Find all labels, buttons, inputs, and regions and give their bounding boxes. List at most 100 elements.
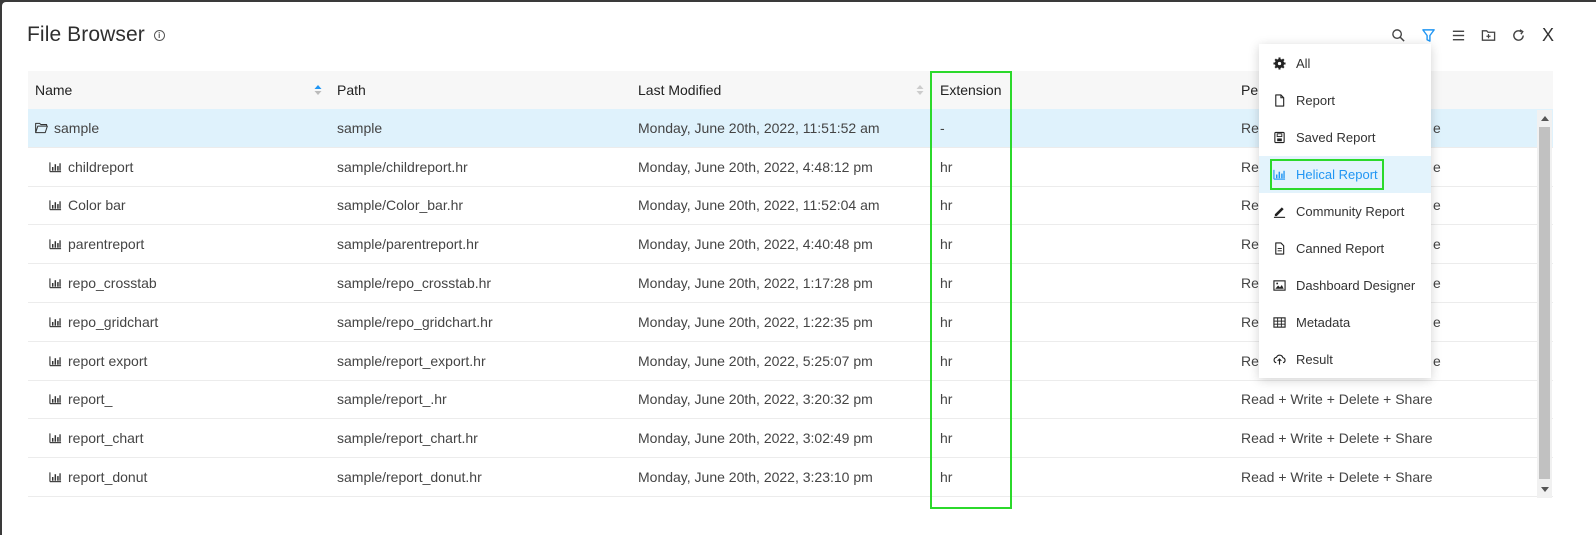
- scroll-down-icon[interactable]: [1541, 487, 1549, 492]
- cell-extension: hr: [940, 391, 953, 408]
- cell-last-modified: Monday, June 20th, 2022, 1:22:35 pm: [638, 313, 873, 330]
- cell-extension: hr: [940, 236, 953, 253]
- cell-name[interactable]: report_chart: [49, 419, 143, 457]
- file-name: Color bar: [68, 197, 126, 214]
- column-header-path[interactable]: Path: [337, 82, 366, 98]
- file-name: report_: [68, 391, 113, 408]
- cell-last-modified: Monday, June 20th, 2022, 3:20:32 pm: [638, 391, 873, 408]
- column-header-name[interactable]: Name: [35, 82, 72, 98]
- cell-path: sample/repo_crosstab.hr: [337, 275, 492, 292]
- filter-icon[interactable]: [1413, 24, 1443, 46]
- cell-extension: hr: [940, 158, 953, 175]
- filter-menu-item-label: Metadata: [1296, 315, 1351, 330]
- cell-name[interactable]: report export: [49, 342, 147, 380]
- cell-permissions: Re: [1241, 352, 1259, 369]
- toolbar: X: [1383, 24, 1563, 46]
- gear-icon: [1273, 57, 1296, 70]
- column-header-extension[interactable]: Extension: [940, 82, 1001, 98]
- cell-path: sample: [337, 119, 383, 136]
- cell-path: sample/repo_gridchart.hr: [337, 313, 493, 330]
- cell-path: sample/childreport.hr: [337, 158, 468, 175]
- sort-icon[interactable]: [916, 84, 924, 96]
- filter-menu-item[interactable]: Helical Report: [1259, 156, 1431, 193]
- cell-permissions: Re: [1241, 275, 1259, 292]
- file-name: repo_gridchart: [68, 313, 159, 330]
- report-icon: [49, 277, 68, 289]
- filter-menu-item-label: Helical Report: [1296, 167, 1378, 182]
- cell-path: sample/report_.hr: [337, 391, 447, 408]
- filter-menu-item-label: Canned Report: [1296, 241, 1385, 256]
- cell-extension: hr: [940, 313, 953, 330]
- cell-permissions-tail: e: [1433, 197, 1441, 214]
- pencil-icon: [1273, 205, 1296, 218]
- file-browser-window: File Browser i X Name Path Last Modified…: [2, 2, 1596, 535]
- close-icon[interactable]: X: [1533, 24, 1563, 46]
- report-icon: [49, 471, 68, 483]
- column-header-last-modified[interactable]: Last Modified: [638, 82, 721, 98]
- list-icon[interactable]: [1443, 24, 1473, 46]
- filter-menu-item-label: Result: [1296, 352, 1333, 367]
- column-label-permissions: Pe: [1241, 82, 1259, 98]
- page-title-text: File Browser: [27, 23, 145, 46]
- cell-permissions-tail: e: [1433, 313, 1441, 330]
- cell-name[interactable]: childreport: [49, 148, 133, 186]
- filter-menu-item[interactable]: Dashboard Designer: [1259, 267, 1431, 304]
- filter-menu-item-label: Dashboard Designer: [1296, 278, 1416, 293]
- scroll-up-icon[interactable]: [1541, 116, 1549, 121]
- cell-extension: hr: [940, 469, 953, 486]
- cell-last-modified: Monday, June 20th, 2022, 4:40:48 pm: [638, 236, 873, 253]
- column-label-path: Path: [337, 82, 366, 98]
- document-icon: [1273, 242, 1296, 255]
- cell-permissions: Re: [1241, 197, 1259, 214]
- report-icon: [49, 355, 68, 367]
- filter-menu-item[interactable]: Report: [1259, 82, 1431, 119]
- info-icon[interactable]: i: [153, 29, 165, 41]
- cell-name[interactable]: repo_crosstab: [49, 264, 157, 302]
- sort-asc-icon[interactable]: [314, 84, 322, 96]
- cell-permissions: Read + Write + Delete + Share: [1241, 430, 1433, 447]
- vertical-scrollbar[interactable]: [1537, 110, 1552, 498]
- filter-menu-item-label: Report: [1296, 93, 1336, 108]
- search-icon[interactable]: [1383, 24, 1413, 46]
- page-title: File Browser i: [27, 23, 165, 47]
- scrollbar-thumb[interactable]: [1539, 127, 1550, 479]
- filter-menu-item-label: Community Report: [1296, 204, 1405, 219]
- refresh-icon[interactable]: [1503, 24, 1533, 46]
- cell-last-modified: Monday, June 20th, 2022, 1:17:28 pm: [638, 275, 873, 292]
- bar-chart-icon: [1273, 168, 1296, 181]
- cell-name[interactable]: parentreport: [49, 225, 144, 263]
- new-folder-icon[interactable]: [1473, 24, 1503, 46]
- cell-permissions: Read + Write + Delete + Share: [1241, 469, 1433, 486]
- cell-permissions: Re: [1241, 158, 1259, 175]
- cell-permissions: Re: [1241, 236, 1259, 253]
- folder-icon: [35, 122, 54, 134]
- cell-last-modified: Monday, June 20th, 2022, 11:52:04 am: [638, 197, 880, 214]
- filter-menu-item[interactable]: Saved Report: [1259, 119, 1431, 156]
- cell-name[interactable]: report_donut: [49, 458, 147, 496]
- cell-name[interactable]: report_: [49, 381, 112, 419]
- cell-name[interactable]: Color bar: [49, 187, 126, 225]
- cell-name[interactable]: repo_gridchart: [49, 303, 158, 341]
- filter-menu-item[interactable]: Metadata: [1259, 304, 1431, 341]
- file-name: report_donut: [68, 469, 148, 486]
- filter-menu-item[interactable]: Community Report: [1259, 193, 1431, 230]
- cell-last-modified: Monday, June 20th, 2022, 3:23:10 pm: [638, 469, 873, 486]
- cell-extension: hr: [940, 197, 953, 214]
- table-row[interactable]: report_ sample/report_.hr Monday, June 20t…: [28, 381, 1553, 420]
- table-icon: [1273, 316, 1296, 329]
- column-header-permissions[interactable]: Pe: [1241, 82, 1258, 98]
- table-row[interactable]: report_chart sample/report_chart.hr Monday…: [28, 419, 1553, 459]
- filter-menu-item[interactable]: Result: [1259, 341, 1431, 378]
- table-row[interactable]: report_donut sample/report_donut.hr Monday…: [28, 458, 1553, 497]
- filter-menu-item[interactable]: Canned Report: [1259, 230, 1431, 267]
- cell-path: sample/report_donut.hr: [337, 469, 482, 486]
- saved-file-icon: [1273, 131, 1296, 144]
- cell-extension: -: [940, 119, 945, 136]
- file-name: childreport: [68, 158, 134, 175]
- cell-name[interactable]: sample: [35, 109, 99, 147]
- cell-last-modified: Monday, June 20th, 2022, 5:25:07 pm: [638, 352, 873, 369]
- cell-extension: hr: [940, 275, 953, 292]
- filter-menu-item[interactable]: All: [1259, 45, 1431, 82]
- report-icon: [49, 238, 68, 250]
- report-icon: [49, 432, 68, 444]
